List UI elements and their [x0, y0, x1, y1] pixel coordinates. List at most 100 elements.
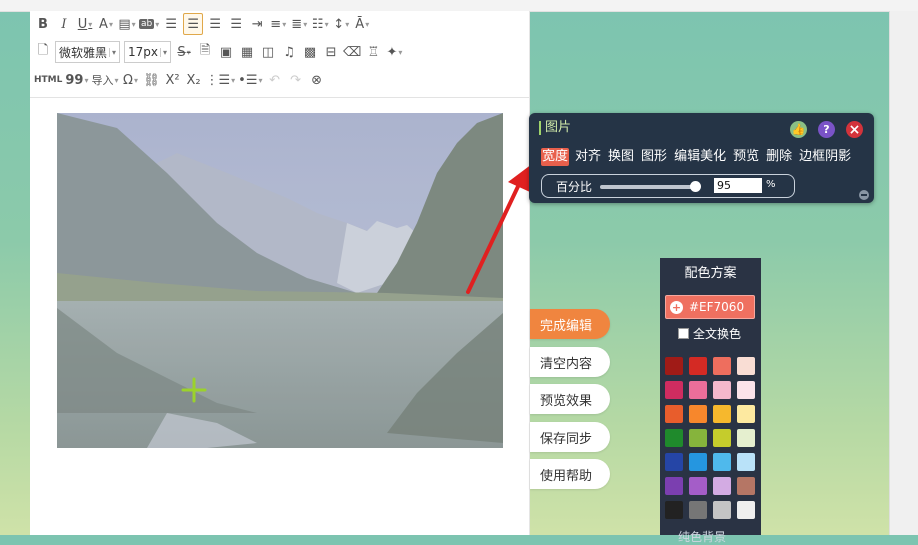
color-swatch[interactable] — [665, 501, 683, 519]
list-style-icon[interactable]: ☷ — [311, 14, 329, 34]
color-swatch[interactable] — [665, 405, 683, 423]
tab-shape[interactable]: 图形 — [640, 148, 668, 166]
align-left-icon[interactable]: ☰ — [162, 14, 180, 34]
quote-icon[interactable]: 99 — [65, 70, 88, 90]
color-swatch[interactable] — [713, 357, 731, 375]
import-button[interactable]: 导入 — [91, 70, 118, 90]
rich-text-editor[interactable]: B I U A ▤ ab ☰ ☰ ☰ ☰ ⇥ ≡ ≣ ☷ ↕ Ā 🗋 微软雅黑▾… — [30, 11, 530, 535]
italic-icon[interactable]: I — [55, 14, 73, 34]
subscript-icon[interactable]: X₂ — [185, 70, 203, 90]
clear-content-button[interactable]: 清空内容 — [530, 347, 610, 377]
align-right-icon[interactable]: ☰ — [206, 14, 224, 34]
color-swatch[interactable] — [689, 453, 707, 471]
color-swatch-grid — [665, 357, 755, 519]
underline-icon[interactable]: U — [76, 14, 94, 34]
divider-icon[interactable]: ⊟ — [322, 42, 340, 62]
color-swatch[interactable] — [665, 453, 683, 471]
percent-slider[interactable] — [600, 185, 698, 189]
color-swatch[interactable] — [689, 381, 707, 399]
background-color-icon[interactable]: ▤ — [118, 14, 136, 34]
tab-border-shadow[interactable]: 边框阴影 — [798, 148, 852, 166]
percent-input[interactable]: 95 — [714, 178, 762, 193]
add-icon: + — [670, 300, 683, 314]
align-center-icon[interactable]: ☰ — [183, 13, 204, 35]
redo-icon[interactable]: ↷ — [287, 70, 305, 90]
ordered-list-icon[interactable]: ⋮☰ — [206, 70, 236, 90]
usage-help-button[interactable]: 使用帮助 — [530, 459, 610, 489]
font-family-select[interactable]: 微软雅黑 ▾ — [55, 41, 121, 63]
current-color-button[interactable]: + #EF7060 — [665, 295, 755, 319]
color-swatch[interactable] — [665, 381, 683, 399]
color-swatch[interactable] — [737, 357, 755, 375]
preview-effect-button[interactable]: 预览效果 — [530, 384, 610, 414]
document-icon[interactable]: 🗋 — [34, 42, 52, 62]
superscript-icon[interactable]: X² — [164, 70, 182, 90]
video-icon[interactable]: ▩ — [301, 42, 319, 62]
color-swatch[interactable] — [713, 453, 731, 471]
letter-spacing-icon[interactable]: ↕ — [332, 14, 350, 34]
color-swatch[interactable] — [665, 477, 683, 495]
right-scrollbar-area[interactable] — [889, 11, 918, 535]
color-swatch[interactable] — [713, 501, 731, 519]
tab-replace-image[interactable]: 换图 — [607, 148, 635, 166]
clear-format-icon[interactable]: Ā — [353, 14, 371, 34]
font-size-select[interactable]: 17px ▾ — [124, 41, 172, 63]
landscape-photo — [57, 113, 503, 448]
find-icon[interactable]: ⊗ — [308, 70, 326, 90]
thumbs-up-icon[interactable]: 👍 — [790, 121, 807, 138]
word-icon[interactable]: 🗎 — [196, 42, 214, 62]
help-icon[interactable]: ? — [818, 121, 835, 138]
color-swatch[interactable] — [737, 405, 755, 423]
format-icon[interactable]: ab — [139, 14, 159, 34]
finish-edit-button[interactable]: 完成编辑 — [530, 309, 610, 339]
tab-width[interactable]: 宽度 — [541, 148, 570, 166]
color-swatch[interactable] — [689, 477, 707, 495]
collapse-icon[interactable] — [859, 190, 869, 200]
color-swatch[interactable] — [665, 429, 683, 447]
html-source-icon[interactable]: HTML — [34, 70, 62, 90]
slider-handle[interactable] — [690, 181, 701, 192]
image-icon[interactable]: ▣ — [217, 42, 235, 62]
tab-edit-beautify[interactable]: 编辑美化 — [673, 148, 727, 166]
save-sync-button[interactable]: 保存同步 — [530, 422, 610, 452]
omega-icon[interactable]: Ω — [122, 70, 140, 90]
color-swatch[interactable] — [713, 429, 731, 447]
tab-preview[interactable]: 预览 — [732, 148, 760, 166]
color-swatch[interactable] — [713, 405, 731, 423]
color-swatch[interactable] — [737, 453, 755, 471]
color-swatch[interactable] — [713, 381, 731, 399]
unordered-list-icon[interactable]: •☰ — [238, 70, 262, 90]
color-swatch[interactable] — [737, 429, 755, 447]
color-swatch[interactable] — [737, 477, 755, 495]
stamp-icon[interactable]: ♖ — [364, 42, 382, 62]
magic-icon[interactable]: ✦ — [385, 42, 403, 62]
font-size-value: 17px — [128, 45, 159, 59]
tab-delete[interactable]: 删除 — [765, 148, 793, 166]
link-icon[interactable]: ⛓ — [143, 70, 161, 90]
color-swatch[interactable] — [737, 381, 755, 399]
indent-icon[interactable]: ⇥ — [248, 14, 266, 34]
full-text-recolor-checkbox[interactable] — [678, 328, 689, 339]
line-height-icon[interactable]: ≡ — [269, 14, 287, 34]
color-swatch[interactable] — [665, 357, 683, 375]
table-icon[interactable]: ▦ — [238, 42, 256, 62]
editor-toolbar: B I U A ▤ ab ☰ ☰ ☰ ☰ ⇥ ≡ ≣ ☷ ↕ Ā 🗋 微软雅黑▾… — [30, 11, 529, 98]
undo-icon[interactable]: ↶ — [266, 70, 284, 90]
gallery-icon[interactable]: ◫ — [259, 42, 277, 62]
color-swatch[interactable] — [689, 429, 707, 447]
music-icon[interactable]: ♫ — [280, 42, 298, 62]
strikethrough-icon[interactable]: S — [175, 42, 193, 62]
paragraph-spacing-icon[interactable]: ≣ — [290, 14, 308, 34]
font-color-icon[interactable]: A — [97, 14, 115, 34]
color-swatch[interactable] — [713, 477, 731, 495]
tab-align[interactable]: 对齐 — [574, 148, 602, 166]
selected-landscape-image[interactable] — [57, 113, 503, 448]
color-swatch[interactable] — [737, 501, 755, 519]
close-icon[interactable]: × — [846, 121, 863, 138]
color-swatch[interactable] — [689, 501, 707, 519]
color-swatch[interactable] — [689, 357, 707, 375]
bold-icon[interactable]: B — [34, 14, 52, 34]
align-justify-icon[interactable]: ☰ — [227, 14, 245, 34]
color-swatch[interactable] — [689, 405, 707, 423]
eraser-icon[interactable]: ⌫ — [343, 42, 361, 62]
